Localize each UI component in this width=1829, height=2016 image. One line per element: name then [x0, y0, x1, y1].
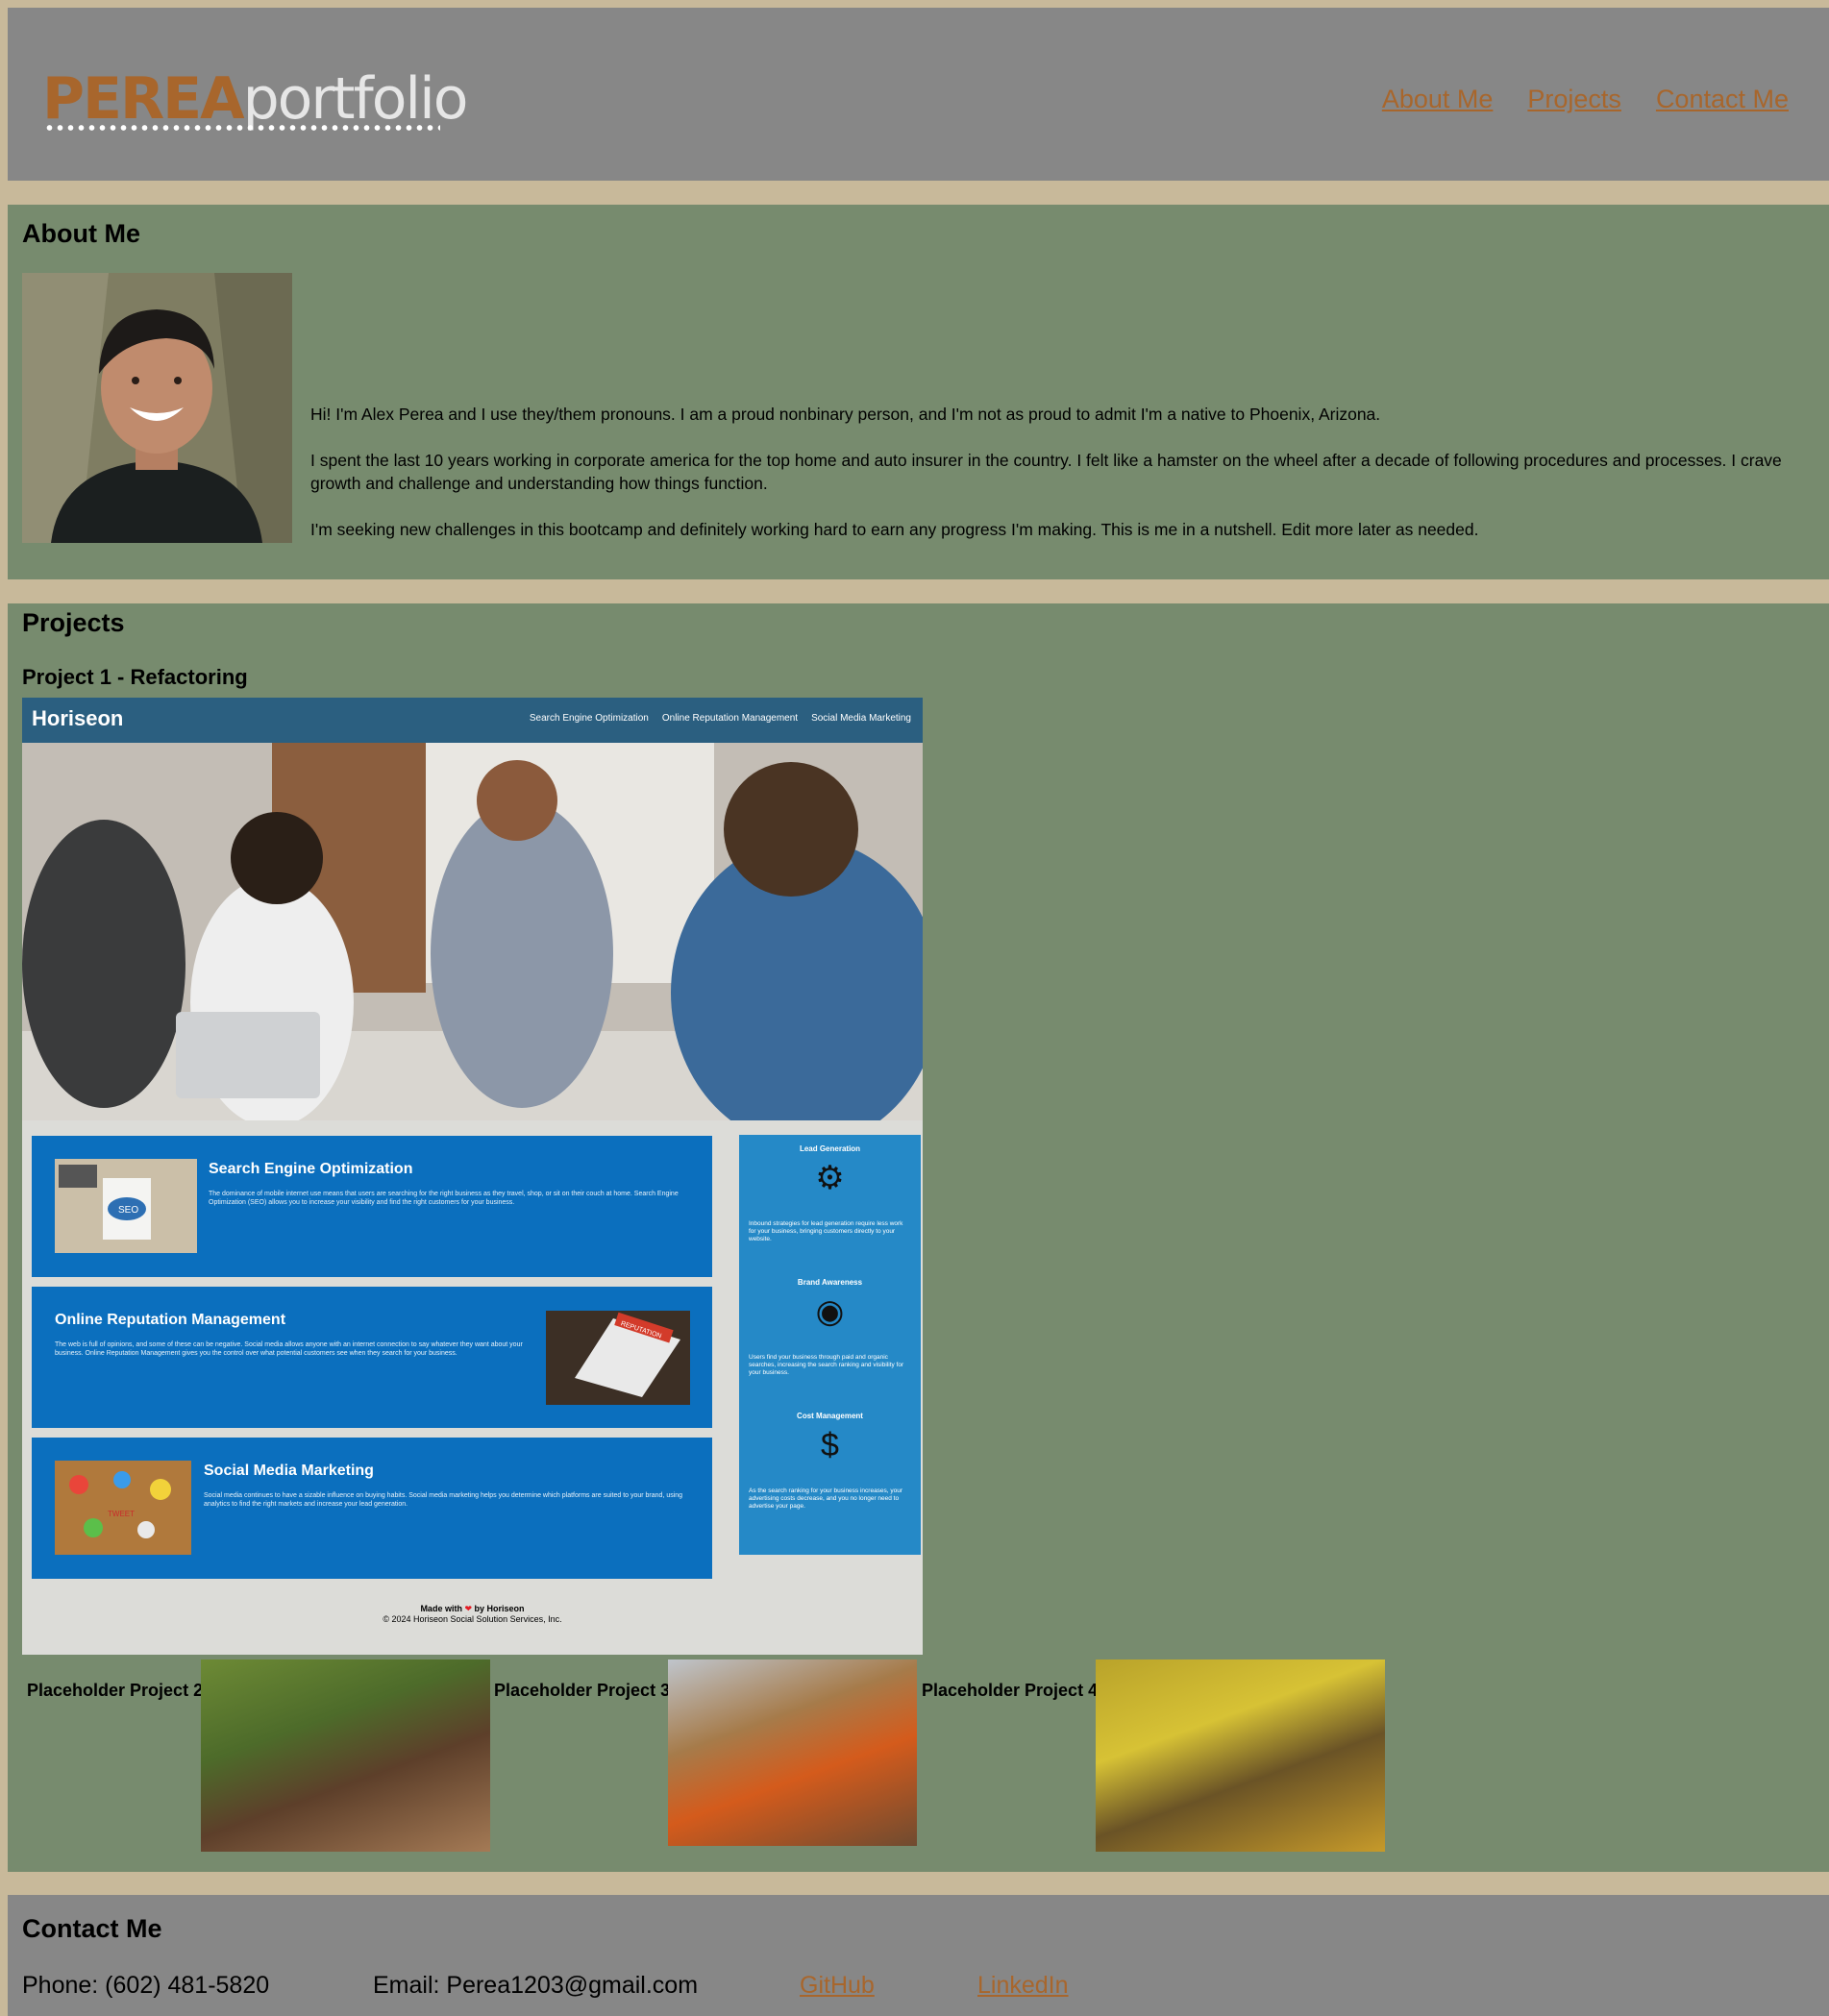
reputation-thumbnail: REPUTATION	[546, 1311, 690, 1405]
horiseon-nav-item: Social Media Marketing	[811, 713, 911, 724]
seo-thumb-label: SEO	[118, 1205, 138, 1216]
projects-section: Projects Project 1 - Refactoring Horiseo…	[8, 603, 1829, 1872]
nav-projects-link[interactable]: Projects	[1527, 85, 1621, 114]
placeholder-project-4-image[interactable]	[1096, 1660, 1385, 1852]
about-section: About Me Hi! I'm Alex Perea and I use th…	[8, 205, 1829, 579]
horiseon-footer: Made with ❤ by Horiseon © 2024 Horiseon …	[22, 1604, 923, 1624]
horiseon-card-reputation: Online Reputation Management The web is …	[32, 1287, 712, 1428]
footer-made-with: Made with ❤ by Horiseon	[22, 1604, 923, 1614]
placeholder-project-3-image[interactable]	[668, 1660, 917, 1846]
card-title: Search Engine Optimization	[209, 1161, 413, 1177]
about-title: About Me	[22, 219, 140, 248]
project1-screenshot[interactable]: Horiseon Search Engine Optimization Onli…	[22, 698, 923, 1655]
placeholder-project-2-image[interactable]	[201, 1660, 490, 1852]
about-text: Hi! I'm Alex Perea and I use they/them p…	[310, 403, 1815, 564]
placeholder-project-2-label: Placeholder Project 2	[27, 1681, 204, 1700]
avatar-photo	[22, 273, 292, 543]
horiseon-nav: Search Engine Optimization Online Reputa…	[530, 713, 911, 724]
main-nav: About Me Projects Contact Me	[1382, 85, 1789, 114]
money-gear-icon: $	[821, 1427, 839, 1463]
social-thumbnail: TWEET	[55, 1461, 191, 1555]
about-paragraph: Hi! I'm Alex Perea and I use they/them p…	[310, 405, 1381, 424]
lightbulb-icon: ⚙	[815, 1160, 845, 1196]
about-paragraph: I spent the last 10 years working in cor…	[310, 451, 1782, 493]
horiseon-nav-item: Online Reputation Management	[661, 713, 799, 724]
horiseon-card-seo: SEO Search Engine Optimization The domin…	[32, 1136, 712, 1277]
benefit-text: Users find your business through paid an…	[749, 1354, 904, 1376]
benefit-title: Cost Management	[797, 1412, 863, 1420]
benefit-cost-management: Cost Management $ As the search ranking …	[739, 1412, 921, 1511]
linkedin-link[interactable]: LinkedIn	[977, 1972, 1069, 2000]
github-link[interactable]: GitHub	[800, 1972, 875, 2000]
heart-icon: ❤	[464, 1604, 473, 1613]
placeholder-project-3-label: Placeholder Project 3	[494, 1681, 671, 1700]
benefit-text: Inbound strategies for lead generation r…	[749, 1220, 903, 1242]
footer-by-text: by Horiseon	[474, 1604, 525, 1613]
seo-thumbnail: SEO	[55, 1159, 197, 1253]
nav-about-link[interactable]: About Me	[1382, 85, 1494, 114]
footer-copyright: © 2024 Horiseon Social Solution Services…	[383, 1614, 562, 1624]
card-body: The web is full of opinions, and some of…	[55, 1341, 523, 1357]
contact-email: Email: Perea1203@gmail.com	[373, 1972, 699, 1999]
project1-title: Project 1 - Refactoring	[22, 665, 248, 689]
footer-made-text: Made with	[420, 1604, 462, 1613]
card-title: Online Reputation Management	[55, 1312, 286, 1328]
card-body: The dominance of mobile internet use mea…	[209, 1191, 679, 1206]
horiseon-nav-item: Search Engine Optimization	[529, 713, 649, 724]
contact-phone: Phone: (602) 481-5820	[22, 1972, 270, 1999]
benefit-title: Lead Generation	[799, 1144, 861, 1153]
about-paragraph: I'm seeking new challenges in this bootc…	[310, 520, 1479, 539]
placeholder-project-4-label: Placeholder Project 4	[922, 1681, 1099, 1700]
nav-contact-link[interactable]: Contact Me	[1656, 85, 1789, 114]
site-header: PEREAportfolio About Me Projects Contact…	[8, 8, 1829, 181]
broadcast-icon: ◉	[815, 1293, 845, 1330]
horiseon-card-social: TWEET Social Media Marketing Social medi…	[32, 1438, 712, 1579]
projects-title: Projects	[22, 608, 125, 637]
horiseon-benefits-sidebar: Lead Generation ⚙ Inbound strategies for…	[739, 1135, 921, 1555]
benefit-lead-generation: Lead Generation ⚙ Inbound strategies for…	[739, 1144, 921, 1243]
horiseon-logo: Horiseon	[32, 706, 124, 730]
card-title: Social Media Marketing	[204, 1463, 374, 1479]
horiseon-hero-image	[22, 743, 923, 1146]
logo-dotted-underline	[44, 123, 440, 133]
benefit-text: As the search ranking for your business …	[749, 1487, 903, 1510]
card-body: Social media continues to have a sizable…	[204, 1492, 683, 1508]
social-thumb-label: TWEET	[108, 1510, 135, 1518]
benefit-title: Brand Awareness	[797, 1278, 863, 1287]
contact-section: Contact Me Phone: (602) 481-5820 Email: …	[8, 1895, 1829, 2016]
horiseon-header: Horiseon Search Engine Optimization Onli…	[22, 698, 923, 743]
benefit-brand-awareness: Brand Awareness ◉ Users find your busine…	[739, 1278, 921, 1377]
contact-title: Contact Me	[22, 1914, 162, 1943]
